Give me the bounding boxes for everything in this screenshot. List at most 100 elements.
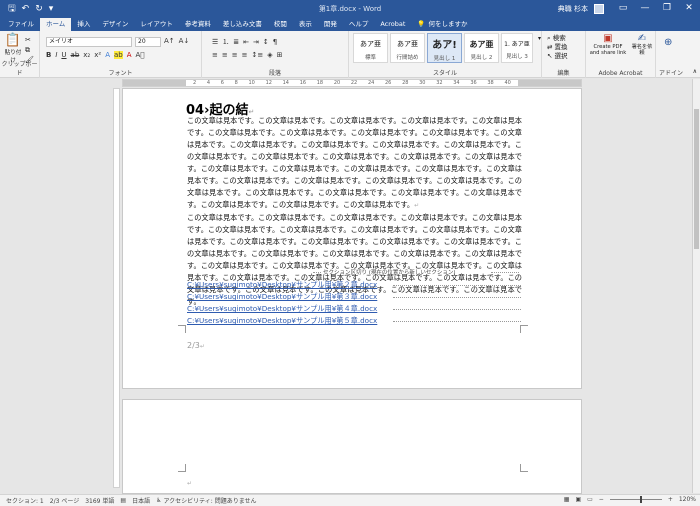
addin-icon[interactable]: ⊕: [664, 37, 672, 48]
align-left-icon[interactable]: ≡: [212, 51, 218, 59]
tab-review[interactable]: 校閲: [268, 18, 293, 31]
clear-format-icon[interactable]: A⃠: [136, 51, 145, 59]
replace-button[interactable]: ⇄ 置換: [547, 43, 568, 52]
increase-indent-icon[interactable]: ⇥: [253, 38, 259, 46]
tab-developer[interactable]: 開発: [318, 18, 343, 31]
customize-qat-icon[interactable]: ▾: [49, 4, 54, 14]
link-chapter-4[interactable]: C:¥Users¥sugimoto¥Desktop¥サンプル用¥第４章.docx: [187, 303, 377, 315]
tab-layout[interactable]: レイアウト: [134, 18, 179, 31]
bold-icon[interactable]: B: [46, 51, 51, 59]
request-signature-button[interactable]: ✍ 署名を依頼: [630, 33, 654, 56]
scrollbar-thumb[interactable]: [694, 109, 699, 249]
style-no-spacing[interactable]: あア亜 行間詰め: [390, 33, 425, 63]
font-color-icon[interactable]: A: [127, 51, 132, 59]
accessibility-icon[interactable]: ♿: [156, 497, 161, 504]
print-layout-icon[interactable]: ▣: [575, 496, 581, 503]
superscript-icon[interactable]: x²: [94, 51, 101, 59]
restore-button[interactable]: ❐: [656, 0, 678, 17]
proofing-icon[interactable]: ▤: [120, 497, 126, 504]
undo-icon[interactable]: ↶: [22, 4, 30, 14]
status-page[interactable]: 2/3 ページ: [50, 496, 79, 505]
tab-file[interactable]: ファイル: [2, 18, 40, 31]
shrink-font-icon[interactable]: A↓: [179, 37, 190, 45]
style-heading-2-name: 見出し 2: [470, 55, 493, 61]
status-accessibility[interactable]: アクセシビリティ: 問題ありません: [163, 496, 256, 505]
copy-icon[interactable]: ⧉: [25, 45, 34, 55]
tab-references[interactable]: 参考資料: [179, 18, 217, 31]
ruler-number: 6: [220, 80, 224, 86]
vertical-ruler[interactable]: [113, 88, 120, 488]
underline-icon[interactable]: U: [61, 51, 66, 59]
sort-icon[interactable]: ↕: [263, 38, 269, 46]
numbering-icon[interactable]: ⒈: [222, 37, 229, 47]
grow-font-icon[interactable]: A↑: [164, 37, 175, 45]
redo-icon[interactable]: ↻: [35, 4, 43, 14]
find-label: 検索: [552, 34, 566, 42]
status-language[interactable]: 日本語: [132, 496, 150, 505]
tab-design[interactable]: デザイン: [96, 18, 134, 31]
tab-view[interactable]: 表示: [293, 18, 318, 31]
ribbon-display-options-icon[interactable]: ▭: [612, 0, 634, 17]
font-size-box[interactable]: 20: [135, 37, 161, 47]
zoom-out-icon[interactable]: −: [599, 496, 604, 503]
strikethrough-icon[interactable]: ab: [71, 51, 80, 59]
save-icon[interactable]: 🖫: [8, 1, 16, 17]
link-chapter-2[interactable]: C:¥Users¥sugimoto¥Desktop¥サンプル用¥第２章.docx: [187, 279, 377, 291]
italic-icon[interactable]: I: [55, 51, 57, 59]
show-marks-icon[interactable]: ¶: [273, 38, 277, 46]
decrease-indent-icon[interactable]: ⇤: [243, 38, 249, 46]
select-button[interactable]: ↖ 選択: [547, 52, 568, 61]
tab-acrobat[interactable]: Acrobat: [374, 18, 411, 31]
bullets-icon[interactable]: ☰: [212, 38, 218, 46]
justify-icon[interactable]: ≡: [242, 51, 248, 59]
style-heading-2[interactable]: あア亜 見出し 2: [464, 33, 499, 63]
zoom-slider[interactable]: [609, 496, 662, 503]
status-section[interactable]: セクション: 1: [6, 496, 44, 505]
tab-mailings[interactable]: 差し込み文書: [217, 18, 268, 31]
multilevel-list-icon[interactable]: ≣: [233, 38, 239, 46]
zoom-slider-knob[interactable]: [639, 496, 642, 503]
line-spacing-icon[interactable]: ↕≡: [252, 51, 264, 59]
style-heading-1[interactable]: あア! 見出し 1: [427, 33, 462, 63]
styles-more-icon[interactable]: ▾: [538, 35, 541, 42]
link-chapter-3[interactable]: C:¥Users¥sugimoto¥Desktop¥サンプル用¥第３章.docx: [187, 291, 377, 303]
document-page-1[interactable]: 04›起の結↵ この文章は見本です。この文章は見本です。この文章は見本です。この…: [122, 88, 582, 389]
avatar[interactable]: [594, 3, 604, 14]
zoom-level[interactable]: 120%: [679, 496, 696, 503]
document-page-2[interactable]: ↵: [122, 399, 582, 494]
cut-icon[interactable]: ✂: [25, 35, 34, 45]
paragraph-1: この文章は見本です。この文章は見本です。この文章は見本です。この文章は見本です。…: [187, 116, 522, 209]
highlight-icon[interactable]: ab: [113, 51, 123, 59]
align-center-icon[interactable]: ≡: [222, 51, 228, 59]
style-heading-3[interactable]: 1. あア亜 見出し 3: [501, 33, 533, 63]
collapse-ribbon-icon[interactable]: ∧: [693, 68, 697, 75]
subscript-icon[interactable]: x₂: [83, 51, 90, 59]
tell-me-box[interactable]: 💡 何をしますか: [411, 18, 473, 31]
read-mode-icon[interactable]: ▦: [564, 496, 570, 503]
tab-insert[interactable]: 挿入: [71, 18, 96, 31]
align-right-icon[interactable]: ≡: [232, 51, 238, 59]
ruler-number: 36: [470, 80, 477, 86]
font-name-box[interactable]: メイリオ: [46, 37, 132, 47]
minimize-button[interactable]: —: [634, 0, 656, 17]
borders-icon[interactable]: ⊞: [277, 51, 283, 59]
page-number: 2/3↵: [187, 341, 205, 350]
link-chapter-5[interactable]: C:¥Users¥sugimoto¥Desktop¥サンプル用¥第５章.docx: [187, 315, 377, 327]
create-pdf-button[interactable]: ▣ Create PDF and share link: [589, 33, 627, 56]
find-button[interactable]: ⌕ 検索: [547, 34, 568, 43]
vertical-scrollbar[interactable]: [692, 79, 700, 493]
ruler-number: 8: [234, 80, 238, 86]
zoom-in-icon[interactable]: +: [668, 496, 673, 503]
style-normal[interactable]: あア亜 標準: [353, 33, 388, 63]
close-button[interactable]: ✕: [678, 0, 700, 17]
web-layout-icon[interactable]: ▭: [587, 496, 593, 503]
tab-help[interactable]: ヘルプ: [343, 18, 375, 31]
text-effects-icon[interactable]: A: [105, 51, 110, 59]
horizontal-ruler[interactable]: 2 4 6 8 10 12 14 16 18 20 22 24 26 28 30 32 34 36 38 40: [122, 79, 582, 87]
ruler-number: 28: [402, 80, 409, 86]
style-heading-3-preview: 1. あア亜: [504, 41, 530, 48]
status-words[interactable]: 3169 単語: [85, 496, 114, 505]
shading-icon[interactable]: ◈: [267, 51, 272, 59]
tab-home[interactable]: ホーム: [40, 18, 72, 31]
user-name[interactable]: 典職 杉本: [558, 4, 588, 14]
